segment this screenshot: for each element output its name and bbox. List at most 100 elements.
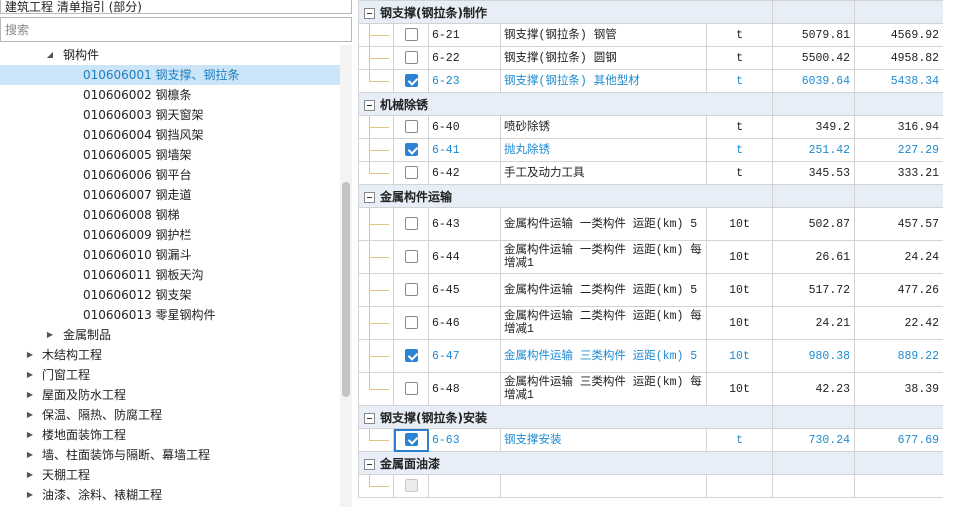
tree-node[interactable]: ▶ 天棚工程 bbox=[0, 465, 340, 485]
search-input[interactable] bbox=[0, 17, 352, 42]
tree-node[interactable]: 010606006 钢平台 bbox=[0, 165, 340, 185]
quota-row[interactable]: 6-23 钢支撑(钢拉条) 其他型材 t 6039.64 5438.34 bbox=[358, 69, 943, 93]
tree-node[interactable]: 010606003 钢天窗架 bbox=[0, 105, 340, 125]
classification-tree: ◢ 钢构件 010606001 钢支撑、钢拉条 010606002 钢檩条 010606… bbox=[0, 45, 340, 505]
tree-node[interactable]: 010606013 零星钢构件 bbox=[0, 305, 340, 325]
tree-node[interactable]: ▶ 保温、隔热、防腐工程 bbox=[0, 405, 340, 425]
tree-node[interactable]: 010606004 钢挡风架 bbox=[0, 125, 340, 145]
tree-node[interactable]: ▶ 金属制品 bbox=[0, 325, 340, 345]
row-checkbox[interactable] bbox=[404, 166, 418, 180]
name-cell: 金属构件运输 三类构件 运距(km) 每增减1 bbox=[500, 372, 707, 406]
row-checkbox[interactable] bbox=[404, 316, 418, 330]
tree-node[interactable]: ▶ 门窗工程 bbox=[0, 365, 340, 385]
select-cell[interactable] bbox=[393, 115, 429, 139]
quota-row[interactable]: 6-44 金属构件运输 一类构件 运距(km) 每增减1 10t 26.61 24.24 bbox=[358, 240, 943, 274]
tree-node[interactable]: ▶ 屋面及防水工程 bbox=[0, 385, 340, 405]
tree-node[interactable]: 010606012 钢支架 bbox=[0, 285, 340, 305]
group-row[interactable]: 钢支撑(钢拉条)制作 bbox=[358, 0, 943, 24]
collapsed-arrow-icon[interactable]: ▶ bbox=[25, 405, 35, 425]
tree-line-cell bbox=[358, 339, 394, 373]
group-row[interactable]: 钢支撑(钢拉条)安装 bbox=[358, 405, 943, 429]
select-cell[interactable] bbox=[393, 240, 429, 274]
select-cell[interactable] bbox=[393, 306, 429, 340]
tree-node[interactable]: 010606002 钢檩条 bbox=[0, 85, 340, 105]
select-cell[interactable] bbox=[393, 372, 429, 406]
tree-node[interactable]: 010606007 钢走道 bbox=[0, 185, 340, 205]
row-checkbox[interactable] bbox=[404, 250, 418, 264]
select-cell[interactable] bbox=[393, 273, 429, 307]
quota-row[interactable]: 6-46 金属构件运输 二类构件 运距(km) 每增减1 10t 24.21 22.42 bbox=[358, 306, 943, 340]
collapse-minus-icon[interactable] bbox=[364, 7, 375, 19]
tree-node[interactable]: 010606009 钢护栏 bbox=[0, 225, 340, 245]
quota-row[interactable]: 6-47 金属构件运输 三类构件 运距(km) 5 10t 980.38 889.22 bbox=[358, 339, 943, 373]
quota-row[interactable]: 6-45 金属构件运输 二类构件 运距(km) 5 10t 517.72 477.26 bbox=[358, 273, 943, 307]
select-cell[interactable] bbox=[393, 46, 429, 70]
tree-node-label: 010606013 零星钢构件 bbox=[83, 308, 216, 322]
select-cell[interactable] bbox=[393, 207, 429, 241]
quota-row[interactable]: 6-22 钢支撑(钢拉条) 圆钢 t 5500.42 4958.82 bbox=[358, 46, 943, 70]
collapse-minus-icon[interactable] bbox=[364, 99, 375, 111]
select-cell[interactable] bbox=[393, 138, 429, 162]
tree-node-label: 屋面及防水工程 bbox=[42, 388, 127, 402]
collapse-minus-icon[interactable] bbox=[364, 458, 375, 470]
tree-node[interactable]: 010606008 钢梯 bbox=[0, 205, 340, 225]
quota-row[interactable]: 6-42 手工及动力工具 t 345.53 333.21 bbox=[358, 161, 943, 185]
row-checkbox[interactable] bbox=[404, 433, 418, 447]
collapsed-arrow-icon[interactable]: ▶ bbox=[25, 445, 35, 465]
select-cell[interactable] bbox=[393, 339, 429, 373]
quota-row[interactable]: 6-43 金属构件运输 一类构件 运距(km) 5 10t 502.87 457.57 bbox=[358, 207, 943, 241]
tree-node[interactable]: ▶ 墙、柱面装饰与隔断、幕墙工程 bbox=[0, 445, 340, 465]
quota-row[interactable]: 6-40 喷砂除锈 t 349.2 316.94 bbox=[358, 115, 943, 139]
list-type-field[interactable]: 建筑工程 清单指引 (部分) bbox=[0, 0, 352, 14]
row-checkbox[interactable] bbox=[404, 143, 418, 157]
tree-node[interactable]: ▶ 木结构工程 bbox=[0, 345, 340, 365]
quota-row[interactable]: 6-41 抛丸除锈 t 251.42 227.29 bbox=[358, 138, 943, 162]
quota-row[interactable]: 6-21 钢支撑(钢拉条) 钢管 t 5079.81 4569.92 bbox=[358, 23, 943, 47]
group-title: 钢支撑(钢拉条)制作 bbox=[380, 5, 487, 20]
collapsed-arrow-icon[interactable]: ▶ bbox=[25, 365, 35, 385]
collapse-minus-icon[interactable] bbox=[364, 412, 375, 424]
tree-node[interactable]: ▶ 油漆、涂料、裱糊工程 bbox=[0, 485, 340, 505]
tree-node[interactable]: ◢ 钢构件 bbox=[0, 45, 340, 65]
collapsed-arrow-icon[interactable]: ▶ bbox=[25, 465, 35, 485]
expanded-arrow-icon[interactable]: ◢ bbox=[45, 45, 55, 65]
row-checkbox[interactable] bbox=[404, 217, 418, 231]
tree-node[interactable]: 010606010 钢漏斗 bbox=[0, 245, 340, 265]
tree-node[interactable]: ▶ 楼地面装饰工程 bbox=[0, 425, 340, 445]
tree-node-label: 010606003 钢天窗架 bbox=[83, 108, 204, 122]
unit-cell: 10t bbox=[705, 240, 774, 274]
row-checkbox bbox=[404, 479, 418, 493]
group-row[interactable]: 金属构件运输 bbox=[358, 184, 943, 208]
collapse-minus-icon[interactable] bbox=[364, 191, 375, 203]
select-cell[interactable] bbox=[393, 69, 429, 93]
tree-node[interactable]: 010606005 钢墙架 bbox=[0, 145, 340, 165]
collapsed-arrow-icon[interactable]: ▶ bbox=[25, 345, 35, 365]
row-checkbox[interactable] bbox=[404, 349, 418, 363]
select-cell[interactable] bbox=[393, 428, 429, 452]
left-panel: 建筑工程 清单指引 (部分) ◢ 钢构件 010606001 钢支撑、钢拉条 0106… bbox=[0, 0, 356, 507]
collapsed-arrow-icon[interactable]: ▶ bbox=[25, 425, 35, 445]
group-row[interactable]: 机械除锈 bbox=[358, 92, 943, 116]
row-checkbox[interactable] bbox=[404, 28, 418, 42]
select-cell[interactable] bbox=[393, 474, 429, 498]
unit-cell: t bbox=[705, 161, 774, 185]
quota-row[interactable]: 6-48 金属构件运输 三类构件 运距(km) 每增减1 10t 42.23 38.39 bbox=[358, 372, 943, 406]
group-row[interactable]: 金属面油漆 bbox=[358, 451, 943, 475]
collapsed-arrow-icon[interactable]: ▶ bbox=[25, 485, 35, 505]
tree-scrollbar-thumb[interactable] bbox=[342, 182, 350, 397]
collapsed-arrow-icon[interactable]: ▶ bbox=[25, 385, 35, 405]
select-cell[interactable] bbox=[393, 23, 429, 47]
tree-node[interactable]: 010606011 钢板天沟 bbox=[0, 265, 340, 285]
row-checkbox[interactable] bbox=[404, 74, 418, 88]
quota-row[interactable] bbox=[358, 474, 943, 498]
row-checkbox[interactable] bbox=[404, 283, 418, 297]
tree-node[interactable]: 010606001 钢支撑、钢拉条 bbox=[0, 65, 340, 85]
quota-row[interactable]: 6-63 钢支撑安装 t 730.24 677.69 bbox=[358, 428, 943, 452]
row-checkbox[interactable] bbox=[404, 51, 418, 65]
unit-cell bbox=[705, 474, 774, 498]
row-checkbox[interactable] bbox=[404, 120, 418, 134]
select-cell[interactable] bbox=[393, 161, 429, 185]
tree-scrollbar[interactable] bbox=[340, 45, 352, 507]
collapsed-arrow-icon[interactable]: ▶ bbox=[45, 325, 55, 345]
row-checkbox[interactable] bbox=[404, 382, 418, 396]
